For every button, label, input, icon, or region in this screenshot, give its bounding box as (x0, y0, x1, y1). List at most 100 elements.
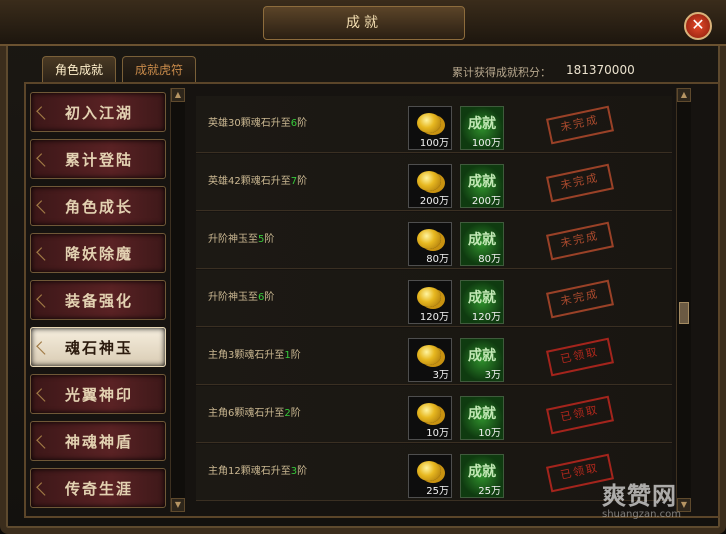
desc-suffix: 阶 (297, 466, 308, 477)
watermark-url: shuangzan.com (602, 509, 681, 520)
desc-suffix: 阶 (290, 408, 301, 419)
sidebar-item[interactable]: 神魂神盾 (30, 421, 166, 461)
gold-reward-slot[interactable]: 80万 (408, 222, 452, 266)
desc-suffix: 阶 (290, 350, 301, 361)
sidebar-item-label: 角色成长 (65, 198, 134, 216)
achievement-desc: 升阶神玉至5阶 (208, 212, 274, 268)
gold-coin-icon (417, 113, 441, 133)
achievement-points-slot[interactable]: 成就 100万 (460, 106, 504, 150)
list-scrollbar[interactable]: ▲ ▼ (676, 88, 691, 512)
achievement-points-slot[interactable]: 成就 3万 (460, 338, 504, 382)
achievement-points-amount: 120万 (471, 312, 501, 323)
achievement-points-icon: 成就 (468, 348, 496, 364)
gold-reward-slot[interactable]: 100万 (408, 106, 452, 150)
achievement-points-amount: 10万 (478, 428, 501, 439)
desc-suffix: 阶 (297, 118, 308, 129)
window-title: 成就 (263, 6, 465, 40)
achievement-points-slot[interactable]: 成就 10万 (460, 396, 504, 440)
status-stamp: 未完成 (545, 105, 615, 145)
achievement-row: 升阶神玉至5阶 80万 成就 80万 未完成 (196, 212, 672, 269)
gold-reward-slot[interactable]: 200万 (408, 164, 452, 208)
achievement-desc: 主角6颗魂石升至2阶 (208, 386, 301, 442)
chevron-icon (36, 247, 50, 261)
chevron-icon (36, 200, 50, 214)
gold-amount: 120万 (419, 312, 449, 323)
gold-coin-icon (417, 171, 441, 191)
desc-prefix: 主角12颗魂石升至 (208, 466, 291, 477)
desc-suffix: 阶 (264, 292, 275, 303)
sidebar-item-label: 魂石神玉 (65, 339, 134, 357)
chevron-icon (36, 388, 50, 402)
sidebar-item-label: 初入江湖 (65, 104, 134, 122)
status-stamp: 未完成 (545, 163, 615, 203)
desc-suffix: 阶 (297, 176, 308, 187)
achievement-points-icon: 成就 (468, 116, 496, 132)
score-label: 累计获得成就积分： (452, 66, 551, 79)
sidebar-item-label: 光翼神印 (65, 386, 134, 404)
sidebar-item-label: 降妖除魔 (65, 245, 134, 263)
achievement-points-amount: 3万 (484, 370, 501, 381)
sidebar-item[interactable]: 魂石神玉 (30, 327, 166, 367)
gold-amount: 3万 (432, 370, 449, 381)
achievement-points-amount: 25万 (478, 486, 501, 497)
desc-prefix: 升阶神玉至 (208, 292, 258, 303)
gold-amount: 10万 (426, 428, 449, 439)
gold-reward-slot[interactable]: 10万 (408, 396, 452, 440)
tab-achievement-tally[interactable]: 成就虎符 (122, 56, 197, 83)
sidebar-item[interactable]: 初入江湖 (30, 92, 166, 132)
status-stamp: 未完成 (545, 279, 615, 319)
achievement-points-amount: 200万 (471, 196, 501, 207)
chevron-icon (36, 294, 50, 308)
achievement-row: 升阶神玉至6阶 120万 成就 120万 未完成 (196, 270, 672, 327)
achievement-points-icon: 成就 (468, 464, 496, 480)
scroll-down-icon[interactable]: ▼ (171, 498, 185, 512)
status-stamp: 已领取 (545, 337, 615, 377)
sidebar-item-label: 装备强化 (65, 292, 134, 310)
status-stamp: 已领取 (545, 395, 615, 435)
achievement-points-icon: 成就 (468, 232, 496, 248)
gold-reward-slot[interactable]: 3万 (408, 338, 452, 382)
sidebar-item-label: 神魂神盾 (65, 433, 134, 451)
achievement-row: 英雄42颗魂石升至7阶 200万 成就 200万 未完成 (196, 154, 672, 211)
achievement-desc: 英雄30颗魂石升至6阶 (208, 96, 307, 152)
scroll-up-icon[interactable]: ▲ (677, 88, 691, 102)
achievement-points-icon: 成就 (468, 290, 496, 306)
sidebar-item[interactable]: 累计登陆 (30, 139, 166, 179)
tab-role-achievements[interactable]: 角色成就 (42, 56, 117, 83)
title-bar: 成就 ✕ (0, 0, 726, 46)
achievement-desc: 主角3颗魂石升至1阶 (208, 328, 301, 384)
gold-coin-icon (417, 229, 441, 249)
close-button[interactable]: ✕ (684, 12, 712, 40)
desc-prefix: 主角6颗魂石升至 (208, 408, 285, 419)
close-icon: ✕ (691, 15, 705, 34)
scroll-up-icon[interactable]: ▲ (171, 88, 185, 102)
desc-prefix: 主角3颗魂石升至 (208, 350, 285, 361)
sidebar-item[interactable]: 装备强化 (30, 280, 166, 320)
sidebar-item[interactable]: 传奇生涯 (30, 468, 166, 508)
gold-amount: 100万 (419, 138, 449, 149)
achievement-points-slot[interactable]: 成就 200万 (460, 164, 504, 208)
sidebar-item[interactable]: 角色成长 (30, 186, 166, 226)
chevron-icon (36, 106, 50, 120)
gold-reward-slot[interactable]: 120万 (408, 280, 452, 324)
desc-prefix: 英雄30颗魂石升至 (208, 118, 291, 129)
achievement-points-slot[interactable]: 成就 120万 (460, 280, 504, 324)
sidebar-item[interactable]: 光翼神印 (30, 374, 166, 414)
achievement-row: 英雄30颗魂石升至6阶 100万 成就 100万 未完成 (196, 96, 672, 153)
gold-amount: 25万 (426, 486, 449, 497)
achievement-points-amount: 80万 (478, 254, 501, 265)
sidebar-item-label: 累计登陆 (65, 151, 134, 169)
gold-coin-icon (417, 461, 441, 481)
gold-reward-slot[interactable]: 25万 (408, 454, 452, 498)
scroll-thumb[interactable] (679, 302, 689, 324)
achievement-points-icon: 成就 (468, 174, 496, 190)
desc-prefix: 英雄42颗魂石升至 (208, 176, 291, 187)
achievement-points-slot[interactable]: 成就 25万 (460, 454, 504, 498)
achievement-points-icon: 成就 (468, 406, 496, 422)
watermark-logo: 爽赞网 (602, 482, 677, 510)
achievement-points-slot[interactable]: 成就 80万 (460, 222, 504, 266)
sidebar-item[interactable]: 降妖除魔 (30, 233, 166, 273)
chevron-icon (36, 435, 50, 449)
chevron-icon (36, 341, 50, 355)
sidebar-scrollbar[interactable]: ▲ ▼ (170, 88, 185, 512)
